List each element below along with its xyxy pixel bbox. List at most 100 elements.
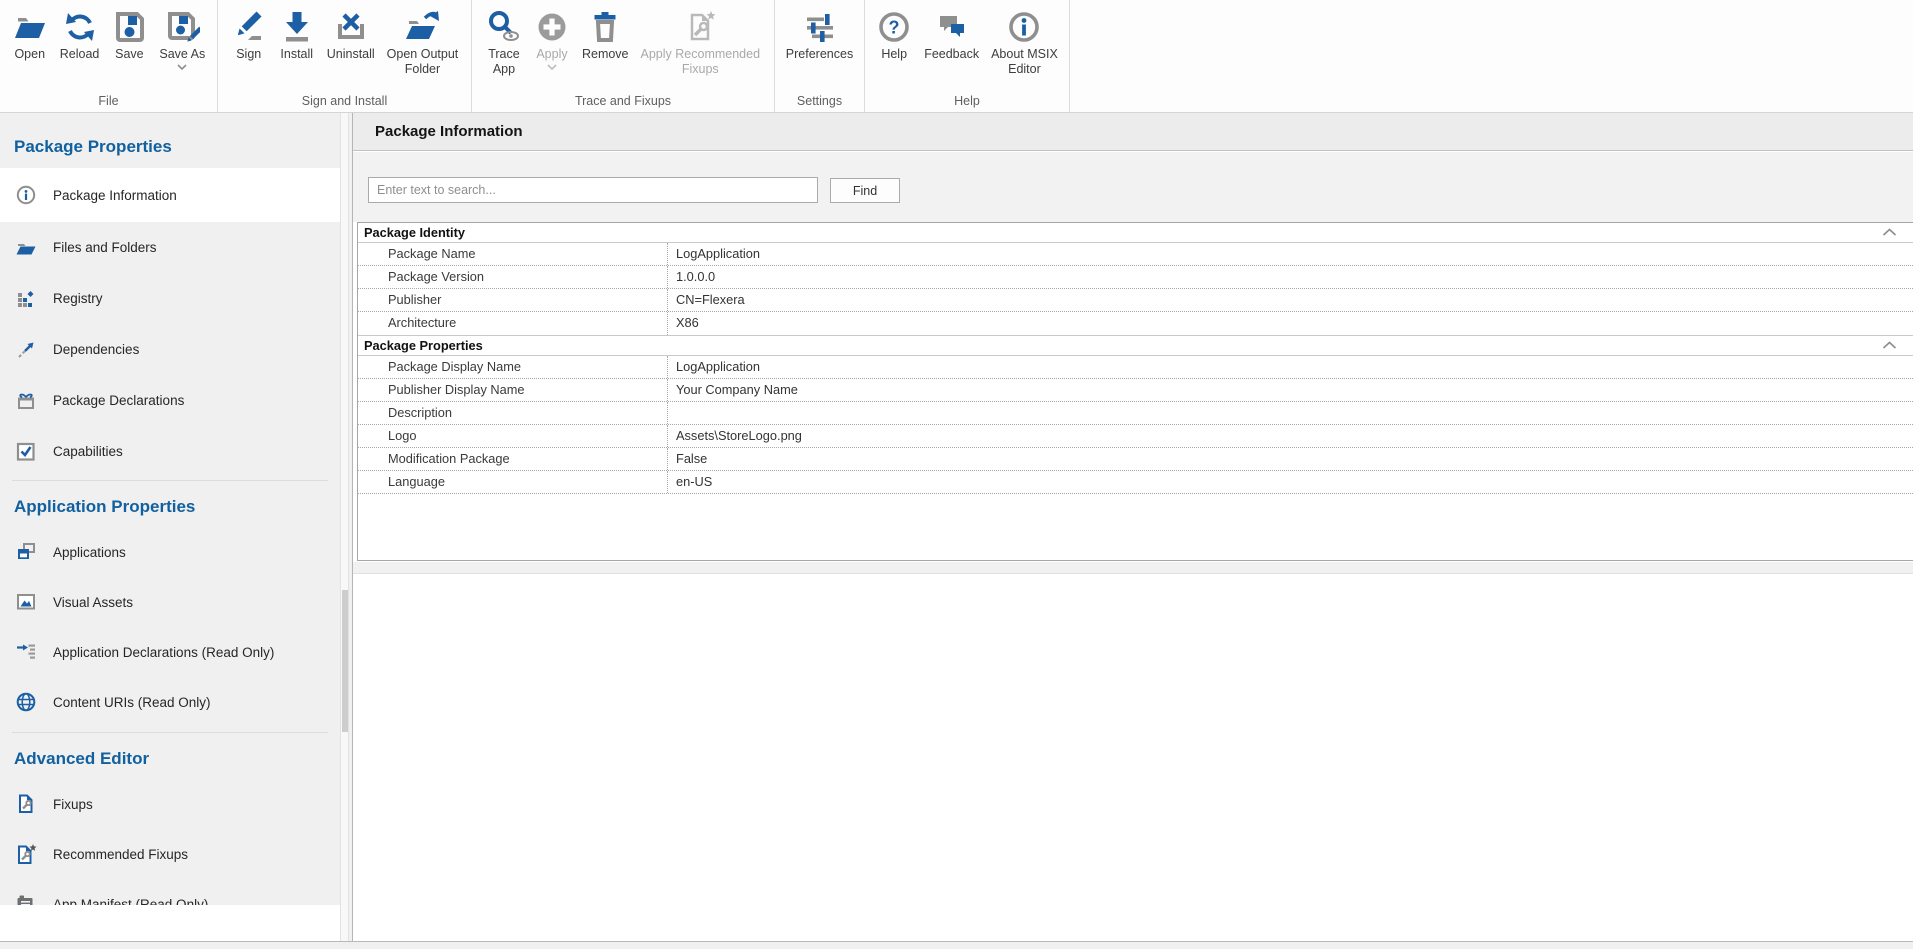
- property-value[interactable]: CN=Flexera: [667, 289, 1913, 311]
- property-value[interactable]: LogApplication: [667, 356, 1913, 378]
- ribbon-group-label: Help: [865, 94, 1069, 112]
- sidebar-item-recommended-fixups[interactable]: Recommended Fixups: [0, 829, 340, 879]
- sidebar-item-label: Visual Assets: [53, 595, 133, 610]
- app-windows-icon: [14, 540, 38, 564]
- property-row: Package Display Name LogApplication: [358, 356, 1913, 379]
- about-info-icon: [1006, 9, 1042, 45]
- property-value[interactable]: [667, 402, 1913, 424]
- open-output-folder-icon: [404, 9, 440, 45]
- sidebar-item-fixups[interactable]: Fixups: [0, 779, 340, 829]
- property-value[interactable]: LogApplication: [667, 243, 1913, 265]
- property-label: Publisher Display Name: [358, 379, 667, 401]
- sidebar-item-label: Package Information: [53, 188, 177, 203]
- ribbon-empty-space: [1070, 0, 1913, 112]
- property-value[interactable]: X86: [667, 312, 1913, 335]
- ribbon-group-file: Open Reload Save: [0, 0, 218, 112]
- sidebar-item-label: Capabilities: [53, 444, 123, 459]
- group-header-package-identity[interactable]: Package Identity: [358, 223, 1913, 243]
- property-label: Publisher: [358, 289, 667, 311]
- open-folder-icon: [12, 9, 48, 45]
- sidebar-item-label: Fixups: [53, 797, 93, 812]
- sidebar-item-application-declarations[interactable]: Application Declarations (Read Only): [0, 627, 340, 677]
- apply-plus-icon: [534, 9, 570, 45]
- trace-app-button[interactable]: Trace App: [480, 5, 528, 79]
- open-button[interactable]: Open: [6, 5, 54, 64]
- sidebar-item-app-manifest[interactable]: App Manifest (Read Only): [0, 879, 340, 905]
- save-button[interactable]: Save: [105, 5, 153, 64]
- search-input[interactable]: [368, 177, 818, 203]
- about-msix-editor-button[interactable]: About MSIX Editor: [985, 5, 1064, 79]
- sidebar-scrollbar-thumb[interactable]: [342, 590, 348, 732]
- save-as-icon: [164, 9, 200, 45]
- sidebar-item-label: Content URIs (Read Only): [53, 695, 211, 710]
- sidebar-section-package-properties: Package Properties: [0, 113, 340, 168]
- property-grid: Package Identity Package Name LogApplica…: [357, 222, 1913, 561]
- property-value[interactable]: 1.0.0.0: [667, 266, 1913, 288]
- sidebar-item-files-and-folders[interactable]: Files and Folders: [0, 222, 340, 273]
- content-empty-area: [353, 575, 1913, 941]
- preferences-button[interactable]: Preferences: [780, 5, 859, 64]
- sidebar-item-label: Package Declarations: [53, 393, 184, 408]
- help-question-icon: ?: [876, 9, 912, 45]
- ribbon-group-help: ? Help Feedback About MSIX Editor Help: [865, 0, 1070, 112]
- ribbon-group-label: File: [0, 94, 217, 112]
- property-row: Package Version 1.0.0.0: [358, 266, 1913, 289]
- sidebar-item-label: Files and Folders: [53, 240, 157, 255]
- grid-bottom-strip: [353, 562, 1913, 574]
- sidebar-item-label: Recommended Fixups: [53, 847, 188, 862]
- uninstall-button[interactable]: Uninstall: [321, 5, 381, 64]
- sidebar-item-dependencies[interactable]: Dependencies: [0, 324, 340, 375]
- arrow-list-icon: [14, 640, 38, 664]
- remove-button[interactable]: Remove: [576, 5, 635, 64]
- property-value[interactable]: False: [667, 448, 1913, 470]
- uninstall-icon: [333, 9, 369, 45]
- property-row: Publisher Display Name Your Company Name: [358, 379, 1913, 402]
- find-button[interactable]: Find: [830, 178, 900, 203]
- save-as-button[interactable]: Save As: [153, 5, 211, 72]
- help-button[interactable]: ? Help: [870, 5, 918, 64]
- ribbon-group-sign-install: Sign Install Uninstall Open Ou: [218, 0, 472, 112]
- property-row: Description: [358, 402, 1913, 425]
- ribbon-group-label: Settings: [775, 94, 864, 112]
- sidebar-list: Package Properties Package Information F…: [0, 113, 340, 905]
- recommended-fixup-icon: [14, 842, 38, 866]
- sidebar-item-applications[interactable]: Applications: [0, 527, 340, 577]
- svg-text:?: ?: [889, 18, 900, 38]
- property-row: Architecture X86: [358, 312, 1913, 335]
- reload-icon: [62, 9, 98, 45]
- reload-button[interactable]: Reload: [54, 5, 106, 64]
- dependency-arrow-icon: [14, 338, 38, 362]
- collapse-chevron-icon[interactable]: [1882, 228, 1897, 236]
- collapse-chevron-icon[interactable]: [1882, 341, 1897, 349]
- gift-icon: [14, 389, 38, 413]
- sidebar-item-registry[interactable]: Registry: [0, 273, 340, 324]
- info-icon: [14, 183, 38, 207]
- save-icon: [111, 9, 147, 45]
- sidebar-item-capabilities[interactable]: Capabilities: [0, 426, 340, 477]
- property-label: Package Version: [358, 266, 667, 288]
- property-label: Logo: [358, 425, 667, 447]
- trace-app-icon: [486, 9, 522, 45]
- sidebar-section-application-properties: Application Properties: [0, 481, 340, 527]
- property-label: Package Name: [358, 243, 667, 265]
- property-value[interactable]: en-US: [667, 471, 1913, 493]
- feedback-button[interactable]: Feedback: [918, 5, 985, 64]
- sign-button[interactable]: Sign: [225, 5, 273, 64]
- property-label: Description: [358, 402, 667, 424]
- property-value[interactable]: Your Company Name: [667, 379, 1913, 401]
- property-value[interactable]: Assets\StoreLogo.png: [667, 425, 1913, 447]
- group-header-package-properties[interactable]: Package Properties: [358, 335, 1913, 356]
- sidebar-item-package-information[interactable]: Package Information: [0, 168, 340, 222]
- sidebar-item-package-declarations[interactable]: Package Declarations: [0, 375, 340, 426]
- dropdown-chevron-icon[interactable]: [177, 64, 187, 70]
- install-button[interactable]: Install: [273, 5, 321, 64]
- sidebar-item-label: Registry: [53, 291, 103, 306]
- property-row: Package Name LogApplication: [358, 243, 1913, 266]
- dropdown-chevron-icon: [547, 64, 557, 70]
- sidebar-item-content-uris[interactable]: Content URIs (Read Only): [0, 677, 340, 727]
- open-output-folder-button[interactable]: Open Output Folder: [381, 5, 465, 79]
- sidebar-item-visual-assets[interactable]: Visual Assets: [0, 577, 340, 627]
- sidebar-scrollbar[interactable]: [340, 113, 349, 941]
- globe-icon: [14, 690, 38, 714]
- page-title: Package Information: [353, 113, 1913, 140]
